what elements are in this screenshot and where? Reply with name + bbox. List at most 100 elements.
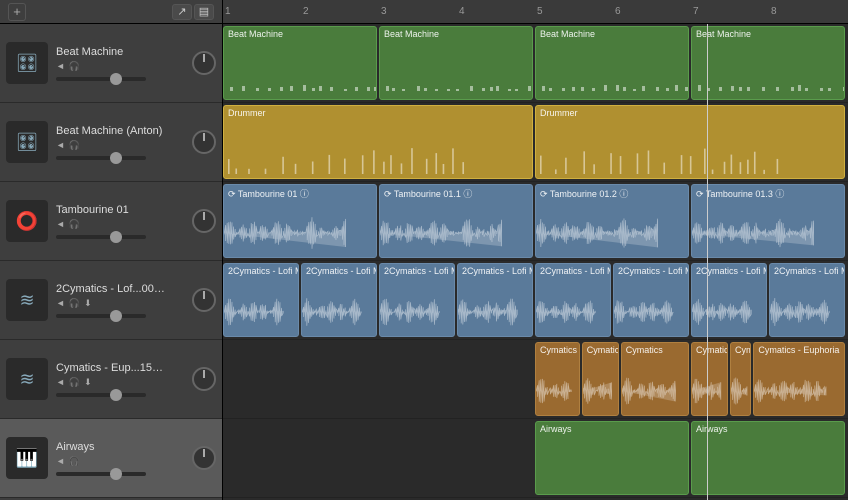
solo-button[interactable]: 🎧 [69, 298, 80, 309]
arrange-area[interactable]: Beat MachineBeat MachineBeat MachineBeat… [223, 24, 848, 500]
region[interactable]: 2Cymatics - Lofi Me [691, 263, 767, 337]
input-button[interactable]: ⬇ [84, 298, 92, 309]
region[interactable]: ⟳ Tambourine 01.1 ⓘ [379, 184, 533, 258]
ruler-mark: 5 [537, 6, 543, 17]
volume-slider[interactable] [56, 393, 146, 397]
ruler-mark: 3 [381, 6, 387, 17]
arrange-lane[interactable]: Beat MachineBeat MachineBeat MachineBeat… [223, 24, 848, 103]
add-track-button[interactable]: + [8, 3, 26, 21]
pan-knob[interactable] [192, 209, 216, 233]
mute-button[interactable]: ◄ [56, 219, 65, 229]
solo-button[interactable]: 🎧 [69, 456, 80, 467]
region-label: Beat Machine [536, 27, 688, 41]
volume-slider[interactable] [56, 77, 146, 81]
mute-button[interactable]: ◄ [56, 298, 65, 308]
pan-knob[interactable] [192, 446, 216, 470]
audio-wave-icon: ≋ [6, 358, 48, 400]
region[interactable]: Cymatics [691, 342, 728, 416]
track-header[interactable]: 🎛 Beat Machine ◄ 🎧 [0, 24, 222, 103]
region-label: Drummer [224, 106, 532, 120]
view-tool[interactable]: ▤ [194, 4, 214, 20]
mute-button[interactable]: ◄ [56, 456, 65, 466]
region-label: Cymatics - Eu [536, 343, 579, 357]
region[interactable]: Airways [691, 421, 845, 495]
region[interactable]: ⟳ Tambourine 01 ⓘ [223, 184, 377, 258]
pan-knob[interactable] [192, 367, 216, 391]
arrange-lane[interactable]: 2Cymatics - Lofi Me2Cymatics - Lofi Me2C… [223, 261, 848, 340]
track-name: Cymatics - Eup...150 BPM F# Min [56, 362, 166, 374]
solo-button[interactable]: 🎧 [69, 377, 80, 388]
ruler-mark: 4 [459, 6, 465, 17]
arrange-lane[interactable]: ⟳ Tambourine 01 ⓘ⟳ Tambourine 01.1 ⓘ⟳ Ta… [223, 182, 848, 261]
region-label: Beat Machine [692, 27, 844, 41]
automation-tool[interactable]: ↗ [172, 4, 192, 20]
solo-button[interactable]: 🎧 [69, 219, 80, 230]
region-label: 2Cymatics - Lofi Me [224, 264, 298, 278]
tambourine-icon: ⭕ [6, 200, 48, 242]
track-name: Beat Machine (Anton) [56, 125, 166, 137]
pan-knob[interactable] [192, 130, 216, 154]
solo-button[interactable]: 🎧 [69, 140, 80, 151]
track-list: 🎛 Beat Machine ◄ 🎧 🎛 Beat Machine (Anton… [0, 24, 223, 500]
track-header[interactable]: 🎛 Beat Machine (Anton) ◄ 🎧 [0, 103, 222, 182]
pan-knob[interactable] [192, 288, 216, 312]
track-header[interactable]: 🎹 Airways ◄ 🎧 [0, 419, 222, 498]
region[interactable]: Beat Machine [379, 26, 533, 100]
mute-button[interactable]: ◄ [56, 61, 65, 71]
region[interactable]: Beat Machine [535, 26, 689, 100]
ruler-mark: 2 [303, 6, 309, 17]
track-name: Tambourine 01 [56, 204, 166, 216]
region-label: 2Cymatics - Lofi Me [380, 264, 454, 278]
region[interactable]: Cymatics [582, 342, 619, 416]
solo-button[interactable]: 🎧 [69, 61, 80, 72]
region[interactable]: 2Cymatics - Lofi Me [613, 263, 689, 337]
region-label: Cyma [731, 343, 750, 357]
region-label: ⟳ Tambourine 01.3 ⓘ [692, 185, 844, 202]
region[interactable]: 2Cymatics - Lofi Me [223, 263, 299, 337]
input-button[interactable]: ⬇ [84, 377, 92, 388]
region[interactable]: Drummer [223, 105, 533, 179]
region-label: Cymatics [692, 343, 727, 357]
track-header[interactable]: ≋ Cymatics - Eup...150 BPM F# Min ◄ 🎧 ⬇ [0, 340, 222, 419]
track-header[interactable]: ⭕ Tambourine 01 ◄ 🎧 [0, 182, 222, 261]
region-label: 2Cymatics - Lofi Me [614, 264, 688, 278]
region[interactable]: 2Cymatics - Lofi Me [769, 263, 845, 337]
track-name: Airways [56, 441, 166, 453]
volume-slider[interactable] [56, 235, 146, 239]
track-name: Beat Machine [56, 46, 166, 58]
region-label: ⟳ Tambourine 01.2 ⓘ [536, 185, 688, 202]
track-name: 2Cymatics - Lof...00 BPM D Maj_1 [56, 283, 166, 295]
arrange-lane[interactable]: AirwaysAirways [223, 419, 848, 498]
region[interactable]: Beat Machine [691, 26, 845, 100]
region[interactable]: Cymatics [621, 342, 689, 416]
region-label: 2Cymatics - Lofi Me [692, 264, 766, 278]
mute-button[interactable]: ◄ [56, 140, 65, 150]
region-label: Cymatics - Euphoria [754, 343, 844, 357]
mute-button[interactable]: ◄ [56, 377, 65, 387]
arrange-lane[interactable]: Drummer Drummer [223, 103, 848, 182]
region[interactable]: 2Cymatics - Lofi Me [457, 263, 533, 337]
region-label: Airways [536, 422, 688, 436]
region[interactable]: ⟳ Tambourine 01.3 ⓘ [691, 184, 845, 258]
region[interactable]: Beat Machine [223, 26, 377, 100]
region[interactable]: Cyma [730, 342, 751, 416]
region-label: Drummer [536, 106, 844, 120]
region-label: 2Cymatics - Lofi Me [302, 264, 376, 278]
region[interactable]: Cymatics - Euphoria [753, 342, 845, 416]
arrange-lane[interactable]: Cymatics - EuCymaticsCymaticsCymaticsCym… [223, 340, 848, 419]
drum-machine-icon: 🎛 [6, 121, 48, 163]
region-label: 2Cymatics - Lofi Me [458, 264, 532, 278]
pan-knob[interactable] [192, 51, 216, 75]
region[interactable]: 2Cymatics - Lofi Me [301, 263, 377, 337]
volume-slider[interactable] [56, 314, 146, 318]
region[interactable]: ⟳ Tambourine 01.2 ⓘ [535, 184, 689, 258]
volume-slider[interactable] [56, 472, 146, 476]
region[interactable]: Cymatics - Eu [535, 342, 580, 416]
region[interactable]: 2Cymatics - Lofi Me [535, 263, 611, 337]
region[interactable]: 2Cymatics - Lofi Me [379, 263, 455, 337]
volume-slider[interactable] [56, 156, 146, 160]
region[interactable]: Airways [535, 421, 689, 495]
region[interactable]: Drummer [535, 105, 845, 179]
timeline-ruler[interactable]: 123456789 [223, 0, 848, 23]
track-header[interactable]: ≋ 2Cymatics - Lof...00 BPM D Maj_1 ◄ 🎧 ⬇ [0, 261, 222, 340]
